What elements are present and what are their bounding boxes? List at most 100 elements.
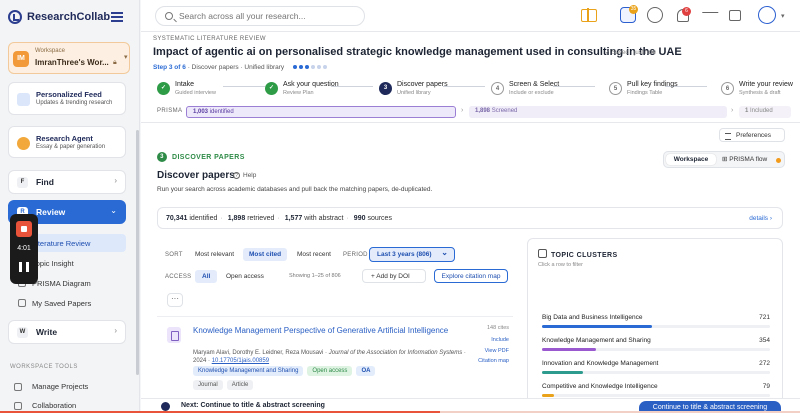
workspace-label: Workspace <box>35 48 65 54</box>
check-icon: ✓ <box>265 82 278 95</box>
paper-journal: Journal of the Association for Informati… <box>328 350 463 356</box>
sidebar-item-find[interactable]: F Find › <box>8 170 126 194</box>
cluster-row[interactable]: Innovation and Knowledge Management 272 <box>542 360 770 380</box>
agent-title: Research Agent <box>36 134 93 143</box>
prisma-label: PRISMA <box>157 108 183 114</box>
screened-label: Screened <box>491 108 518 114</box>
explore-citation-map-button[interactable]: Explore citation map <box>434 269 508 283</box>
more-options-button[interactable]: ··· <box>167 293 183 307</box>
cluster-bar-fill <box>542 325 652 328</box>
chevron-right-icon: › <box>114 326 117 335</box>
page-kicker: SYSTEMATIC LITERATURE REVIEW <box>153 36 266 42</box>
tool-manage-projects[interactable]: Manage Projects <box>12 382 88 391</box>
stop-recording-button[interactable] <box>16 221 32 237</box>
prisma-flow-label: PRISMA flow <box>729 156 768 163</box>
search-input[interactable] <box>179 11 359 21</box>
step-name: Discover papers <box>397 81 448 88</box>
period-select[interactable]: Last 3 years (806) <box>369 247 455 262</box>
step-progress: ✓ Intake Guided interview ✓ Ask your que… <box>153 76 793 102</box>
step-connector <box>553 86 595 87</box>
step-progress-dots <box>293 65 327 69</box>
preferences-button[interactable]: Preferences <box>719 128 785 142</box>
section-tag: 3 DISCOVER PAPERS <box>157 152 245 162</box>
prisma-bar: PRISMA 1,003 identified › 1,898 Screened… <box>153 105 793 119</box>
notification-badge: 6 <box>682 7 691 16</box>
cluster-row[interactable]: Knowledge Management and Sharing 354 <box>542 337 770 357</box>
status-dot <box>776 158 781 163</box>
sort-most-relevant[interactable]: Most relevant <box>189 248 240 261</box>
step-sub: Synthesis & draft <box>739 90 781 96</box>
sort-most-recent[interactable]: Most recent <box>291 248 337 261</box>
add-by-doi-button[interactable]: + Add by DOI <box>362 269 426 283</box>
users-icon <box>14 402 22 410</box>
stats-bar: 70,341 identified · 1,898 retrieved · 1,57… <box>157 207 783 229</box>
lock-icon: 🔒︎ <box>113 59 117 66</box>
step-number: 4 <box>491 82 504 95</box>
paper-authors: Maryam Alavi, Dorothy E. Leidner, Reza M… <box>193 350 328 356</box>
identified-count: 1,003 <box>193 109 209 115</box>
access-all[interactable]: All <box>195 270 218 283</box>
stats-text: 70,341 identified · 1,898 retrieved · 1,57… <box>166 215 392 222</box>
chevron-down-icon: ▾ <box>124 54 128 61</box>
tag-topic[interactable]: Knowledge Management and Sharing <box>193 366 304 376</box>
research-agent-card[interactable]: Research Agent Essay & paper generation <box>8 126 126 158</box>
next-icon <box>161 402 170 411</box>
step-number: 5 <box>609 82 622 95</box>
cluster-bar-track <box>542 325 770 328</box>
avatar[interactable] <box>758 6 776 24</box>
stat-identified: 70,341 <box>166 215 188 222</box>
include-link[interactable]: Include <box>469 337 509 343</box>
subitem-label: Literature Review <box>32 239 91 248</box>
prisma-flow-toggle-button[interactable]: ⊞ PRISMA flow <box>722 154 767 165</box>
sort-most-cited[interactable]: Most cited <box>243 248 288 261</box>
search-box[interactable] <box>155 6 365 26</box>
sidebar-scrollbar[interactable] <box>136 130 139 375</box>
gift-icon[interactable] <box>581 8 597 22</box>
trending-icon[interactable]: 35 <box>620 5 638 23</box>
tool-label: Manage Projects <box>32 382 89 391</box>
tag-oa: OA <box>356 366 376 376</box>
bell-icon[interactable]: 6 <box>677 7 691 22</box>
cluster-bar-fill <box>542 394 554 397</box>
details-link[interactable]: details › <box>749 215 772 222</box>
sidebar-item-write[interactable]: W Write › <box>8 320 126 344</box>
sidebar: ResearchCollab IM Workspace ImranThree's… <box>0 0 140 413</box>
prisma-included[interactable]: 1 Included <box>739 106 791 118</box>
workspace-toggle-button[interactable]: Workspace <box>666 154 716 165</box>
prisma-identified[interactable]: 1,003 identified <box>186 106 456 118</box>
feed-icon <box>17 93 30 106</box>
clock-icon[interactable] <box>647 7 663 23</box>
personalized-feed-card[interactable]: Personalized Feed Updates & trending res… <box>8 82 126 115</box>
chevron-down-icon[interactable]: ▾ <box>781 12 785 20</box>
workspace-badge: IM <box>13 51 29 67</box>
tool-collaboration[interactable]: Collaboration <box>12 401 76 410</box>
menu-icon[interactable] <box>111 12 123 22</box>
step-name: Screen & Select <box>509 81 560 88</box>
sidebar-subitem-saved-papers[interactable]: My Saved Papers <box>14 294 126 312</box>
workspace-switcher[interactable]: IM Workspace ImranThree's Wor... 🔒︎ ▾ <box>8 42 130 74</box>
chat-icon[interactable] <box>729 10 741 21</box>
chevron-right-icon: › <box>731 107 734 114</box>
citation-map-link[interactable]: Citation map <box>469 358 509 364</box>
check-icon: ✓ <box>157 82 170 95</box>
brand[interactable]: ResearchCollab <box>8 10 110 24</box>
subitem-label: My Saved Papers <box>32 299 92 308</box>
cluster-count: 721 <box>759 314 770 321</box>
subitem-label: Topic Insight <box>32 259 74 268</box>
section-tag-label: DISCOVER PAPERS <box>172 153 245 161</box>
stat-sources: 990 <box>353 215 366 222</box>
graduation-cap-icon[interactable] <box>699 12 719 20</box>
next-step-label: Next: Continue to title & abstract scree… <box>181 402 325 409</box>
sort-label: SORT <box>165 252 183 258</box>
prisma-screened[interactable]: 1,898 Screened <box>469 106 727 118</box>
cluster-row[interactable]: Big Data and Business Intelligence 721 <box>542 314 770 334</box>
paper-doi-link[interactable]: 10.17705/1jais.00859 <box>212 358 269 364</box>
showing-count: Showing 1–25 of 806 <box>289 273 341 279</box>
access-open[interactable]: Open access <box>219 270 271 283</box>
pause-recording-button[interactable] <box>19 262 29 272</box>
paper-title[interactable]: Knowledge Management Perspective of Gene… <box>193 326 463 336</box>
paper-meta: Maryam Alavi, Dorothy E. Leidner, Reza M… <box>193 349 473 365</box>
view-pdf-link[interactable]: View PDF <box>469 348 509 354</box>
clusters-title: TOPIC CLUSTERS <box>538 249 618 259</box>
help-link[interactable]: ? Help <box>233 172 256 179</box>
